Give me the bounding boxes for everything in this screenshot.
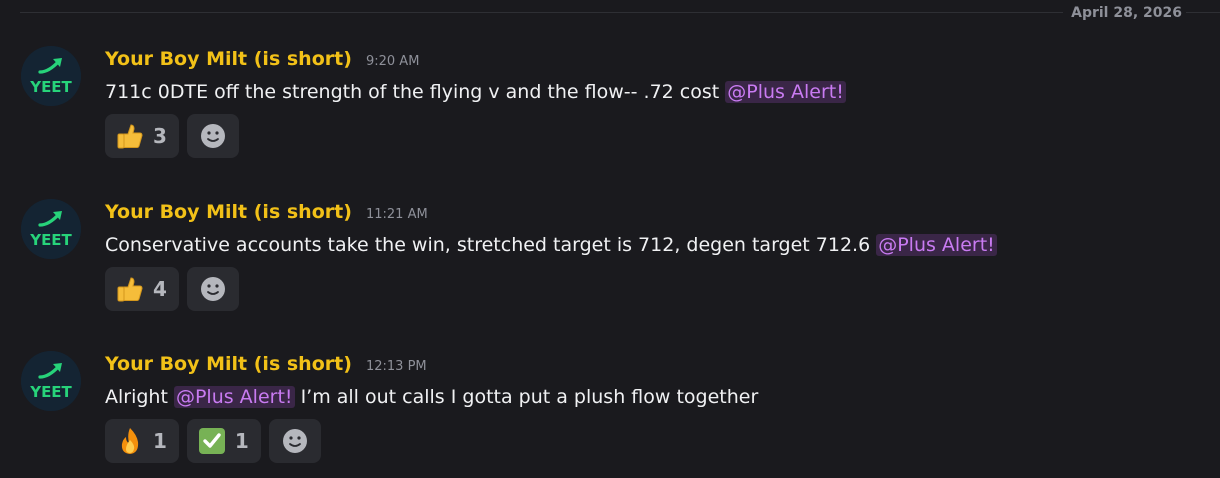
- message-text: 711c 0DTE off the strength of the flying…: [105, 81, 726, 103]
- reaction-thumbs-up[interactable]: 3: [105, 114, 179, 158]
- yeet-logo-icon: YEET: [21, 199, 81, 259]
- avatar[interactable]: YEET: [21, 199, 81, 259]
- message-header: Your Boy Milt (is short) 11:21 AM: [105, 200, 428, 224]
- message-content: Alright @Plus Alert! I’m all out calls I…: [105, 384, 758, 410]
- reaction-count: 3: [153, 124, 167, 148]
- avatar[interactable]: YEET: [21, 46, 81, 106]
- date-divider-line: [20, 12, 1220, 13]
- thumbs-up-icon: [117, 124, 143, 149]
- reaction-fire[interactable]: 1: [105, 419, 179, 463]
- check-mark-icon: [198, 428, 225, 454]
- add-reaction-icon: [282, 429, 307, 453]
- yeet-logo-icon: YEET: [21, 351, 81, 411]
- message-content: Conservative accounts take the win, stre…: [105, 232, 997, 258]
- reaction-count: 1: [153, 429, 167, 453]
- svg-text:YEET: YEET: [29, 231, 72, 249]
- reaction-count: 4: [153, 277, 167, 301]
- reaction-count: 1: [234, 429, 249, 453]
- reactions-bar: 3: [105, 114, 239, 158]
- add-reaction-icon: [200, 124, 225, 148]
- add-reaction-button[interactable]: [186, 114, 239, 158]
- message-header: Your Boy Milt (is short) 12:13 PM: [105, 352, 427, 376]
- thumbs-up-icon: [117, 277, 143, 302]
- add-reaction-icon: [200, 277, 225, 301]
- svg-text:YEET: YEET: [29, 78, 72, 96]
- reactions-bar: 4: [105, 267, 239, 311]
- avatar[interactable]: YEET: [21, 351, 81, 411]
- reaction-thumbs-up[interactable]: 4: [105, 267, 179, 311]
- svg-text:YEET: YEET: [29, 383, 72, 401]
- chat-area: April 28, 2026 YEET Your Boy Milt (is sh…: [0, 0, 1220, 478]
- add-reaction-button[interactable]: [186, 267, 239, 311]
- date-divider: April 28, 2026: [1063, 4, 1186, 22]
- reaction-check-mark[interactable]: 1: [186, 419, 261, 463]
- username[interactable]: Your Boy Milt (is short): [105, 353, 352, 375]
- message-header: Your Boy Milt (is short) 9:20 AM: [105, 47, 419, 71]
- message-content: 711c 0DTE off the strength of the flying…: [105, 79, 846, 105]
- role-mention[interactable]: @Plus Alert!: [173, 386, 295, 408]
- timestamp[interactable]: 12:13 PM: [366, 359, 427, 374]
- message-text: Conservative accounts take the win, stre…: [105, 234, 877, 256]
- username[interactable]: Your Boy Milt (is short): [105, 201, 352, 223]
- fire-icon: [121, 428, 139, 454]
- username[interactable]: Your Boy Milt (is short): [105, 48, 352, 70]
- timestamp[interactable]: 11:21 AM: [366, 207, 428, 222]
- add-reaction-button[interactable]: [268, 419, 321, 463]
- message-text: Alright: [105, 386, 174, 408]
- role-mention[interactable]: @Plus Alert!: [725, 81, 846, 103]
- reactions-bar: 1 1: [105, 419, 321, 463]
- yeet-logo-icon: YEET: [21, 46, 81, 106]
- role-mention[interactable]: @Plus Alert!: [876, 234, 997, 256]
- message-text-after: I’m all out calls I gotta put a plush fl…: [294, 386, 759, 408]
- timestamp[interactable]: 9:20 AM: [366, 54, 419, 69]
